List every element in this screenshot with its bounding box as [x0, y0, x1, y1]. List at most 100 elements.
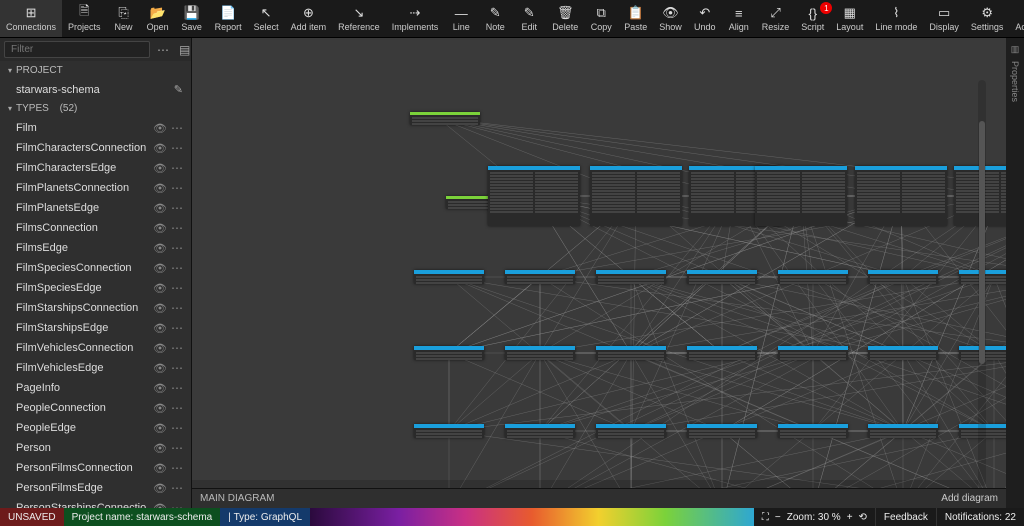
graph-node[interactable]	[505, 346, 575, 360]
account-button[interactable]: 👤Account	[1009, 0, 1024, 37]
visibility-icon[interactable]: 👁	[153, 242, 167, 255]
line-mode-button[interactable]: ⌇Line mode	[869, 0, 923, 37]
type-item[interactable]: FilmsConnection👁⋯	[0, 218, 191, 238]
visibility-icon[interactable]: 👁	[153, 322, 167, 335]
type-item[interactable]: FilmSpeciesConnection👁⋯	[0, 258, 191, 278]
graph-node[interactable]	[687, 424, 757, 438]
item-menu-icon[interactable]: ⋯	[171, 201, 183, 215]
graph-node[interactable]	[868, 424, 938, 438]
item-menu-icon[interactable]: ⋯	[171, 341, 183, 355]
type-item[interactable]: PageInfo👁⋯	[0, 378, 191, 398]
type-item[interactable]: Person👁⋯	[0, 438, 191, 458]
fit-icon[interactable]: ⛶	[762, 512, 769, 523]
item-menu-icon[interactable]: ⋯	[171, 421, 183, 435]
item-menu-icon[interactable]: ⋯	[171, 501, 183, 508]
visibility-icon[interactable]: 👁	[153, 402, 167, 415]
graph-node[interactable]	[414, 270, 484, 284]
graph-node[interactable]	[414, 346, 484, 360]
graph-node[interactable]	[414, 424, 484, 438]
type-item[interactable]: FilmCharactersConnection👁⋯	[0, 138, 191, 158]
item-menu-icon[interactable]: ⋯	[171, 361, 183, 375]
graph-node[interactable]	[596, 424, 666, 438]
item-menu-icon[interactable]: ⋯	[171, 321, 183, 335]
graph-node[interactable]	[505, 270, 575, 284]
type-item[interactable]: FilmVehiclesEdge👁⋯	[0, 358, 191, 378]
graph-node[interactable]	[868, 346, 938, 360]
undo-button[interactable]: ↶Undo	[688, 0, 722, 37]
visibility-icon[interactable]: 👁	[153, 262, 167, 275]
delete-button[interactable]: 🗑Delete	[546, 0, 584, 37]
type-item[interactable]: Film👁⋯	[0, 118, 191, 138]
layout-button[interactable]: ▦Layout	[830, 0, 869, 37]
graph-node[interactable]	[505, 424, 575, 438]
vertical-scrollbar[interactable]	[978, 80, 986, 486]
item-menu-icon[interactable]: ⋯	[171, 241, 183, 255]
graph-node[interactable]	[778, 270, 848, 284]
type-item[interactable]: FilmSpeciesEdge👁⋯	[0, 278, 191, 298]
visibility-icon[interactable]: 👁	[153, 282, 167, 295]
properties-rail[interactable]: ▥ Properties	[1006, 38, 1024, 508]
line-tool[interactable]: ―Line	[444, 0, 478, 37]
paste-button[interactable]: 📋Paste	[618, 0, 653, 37]
item-menu-icon[interactable]: ⋯	[171, 301, 183, 315]
type-item[interactable]: FilmPlanetsConnection👁⋯	[0, 178, 191, 198]
note-tool[interactable]: ✎Note	[478, 0, 512, 37]
horizontal-scrollbar[interactable]	[192, 480, 978, 488]
zoom-in-icon[interactable]: +	[847, 512, 853, 523]
item-menu-icon[interactable]: ⋯	[171, 461, 183, 475]
type-item[interactable]: FilmStarshipsConnection👁⋯	[0, 298, 191, 318]
type-item[interactable]: FilmCharactersEdge👁⋯	[0, 158, 191, 178]
filter-menu-icon[interactable]: ⋯	[154, 43, 172, 57]
show-button[interactable]: 👁Show	[653, 0, 688, 37]
visibility-icon[interactable]: 👁	[153, 442, 167, 455]
visibility-icon[interactable]: 👁	[153, 362, 167, 375]
visibility-icon[interactable]: 👁	[153, 302, 167, 315]
edit-icon[interactable]: ✎	[174, 83, 183, 96]
item-menu-icon[interactable]: ⋯	[171, 441, 183, 455]
graph-node[interactable]	[755, 166, 847, 226]
item-menu-icon[interactable]: ⋯	[171, 221, 183, 235]
item-menu-icon[interactable]: ⋯	[171, 181, 183, 195]
reference-tool[interactable]: ↘Reference	[332, 0, 386, 37]
visibility-icon[interactable]: 👁	[153, 122, 167, 135]
zoom-reset-icon[interactable]: ⟲	[859, 512, 867, 523]
graph-node[interactable]	[596, 346, 666, 360]
graph-node[interactable]	[778, 346, 848, 360]
visibility-icon[interactable]: 👁	[153, 202, 167, 215]
item-menu-icon[interactable]: ⋯	[171, 121, 183, 135]
item-menu-icon[interactable]: ⋯	[171, 261, 183, 275]
project-section-header[interactable]: ▾ PROJECT	[0, 61, 191, 80]
add-item-tool[interactable]: ⊕Add item	[285, 0, 333, 37]
report-button[interactable]: 📄Report	[209, 0, 248, 37]
implements-tool[interactable]: ⇢Implements	[386, 0, 445, 37]
item-menu-icon[interactable]: ⋯	[171, 281, 183, 295]
visibility-icon[interactable]: 👁	[153, 222, 167, 235]
feedback-button[interactable]: Feedback	[876, 508, 936, 526]
diagram-canvas[interactable]: MAIN DIAGRAM Add diagram	[192, 38, 1006, 508]
item-menu-icon[interactable]: ⋯	[171, 381, 183, 395]
new-button[interactable]: ⎘New	[107, 0, 141, 37]
resize-button[interactable]: ⤢Resize	[756, 0, 796, 37]
type-item[interactable]: PersonFilmsEdge👁⋯	[0, 478, 191, 498]
graph-node[interactable]	[596, 270, 666, 284]
copy-button[interactable]: ⧉Copy	[584, 0, 618, 37]
filter-view-icon[interactable]: ▤	[176, 43, 193, 57]
visibility-icon[interactable]: 👁	[153, 422, 167, 435]
open-button[interactable]: 📂Open	[141, 0, 175, 37]
visibility-icon[interactable]: 👁	[153, 162, 167, 175]
save-button[interactable]: 💾Save	[175, 0, 209, 37]
diagram-tab[interactable]: MAIN DIAGRAM	[200, 493, 274, 504]
graph-node[interactable]	[410, 112, 480, 125]
add-diagram-button[interactable]: Add diagram	[941, 493, 998, 504]
type-item[interactable]: PeopleEdge👁⋯	[0, 418, 191, 438]
filter-input[interactable]	[4, 41, 150, 58]
projects-button[interactable]: 🗎Projects	[62, 0, 107, 37]
graph-node[interactable]	[687, 346, 757, 360]
graph-node[interactable]	[488, 166, 580, 226]
display-button[interactable]: ▭Display	[923, 0, 965, 37]
type-item[interactable]: FilmPlanetsEdge👁⋯	[0, 198, 191, 218]
item-menu-icon[interactable]: ⋯	[171, 161, 183, 175]
types-section-header[interactable]: ▾ TYPES (52)	[0, 99, 191, 118]
visibility-icon[interactable]: 👁	[153, 142, 167, 155]
select-tool[interactable]: ↖Select	[248, 0, 285, 37]
